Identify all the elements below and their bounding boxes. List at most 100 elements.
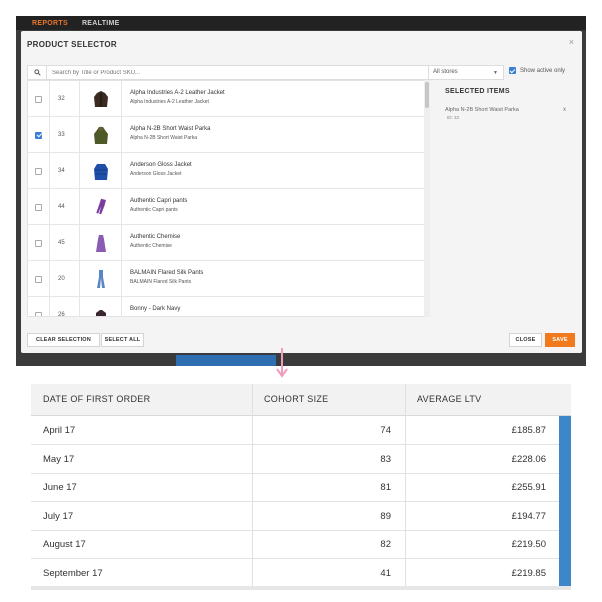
product-selector-modal: PRODUCT SELECTOR × All stores ▼ Show act… — [21, 31, 582, 353]
product-checkbox-cell[interactable] — [28, 261, 50, 297]
cohort-average-ltv: £185.87 — [511, 425, 546, 436]
product-list-scrollbar[interactable] — [424, 80, 430, 317]
header-average-ltv: AVERAGE LTV — [417, 394, 482, 404]
product-text: Anderson Gloss Jacket Anderson Gloss Jack… — [130, 162, 192, 177]
modal-header: PRODUCT SELECTOR × — [21, 31, 582, 57]
product-row[interactable]: 34 Anderson Gloss Jacket Anderson Gloss Ja… — [28, 153, 428, 189]
cohort-size: 82 — [380, 539, 391, 551]
product-id: 20 — [50, 261, 80, 297]
product-title: Alpha N-2B Short Waist Parka — [130, 126, 211, 132]
cohort-date: May 17 — [43, 453, 75, 465]
product-checkbox-cell[interactable] — [28, 117, 50, 153]
cohort-row: April 17 74 £185.87 — [31, 416, 559, 445]
modal-title: PRODUCT SELECTOR — [27, 40, 117, 49]
product-checkbox[interactable] — [35, 131, 42, 139]
product-checkbox[interactable] — [35, 203, 42, 211]
product-thumbnail-icon — [80, 81, 122, 117]
header-date-of-first-order: DATE OF FIRST ORDER — [43, 394, 151, 404]
cohort-date: July 17 — [43, 510, 74, 522]
clear-selection-button[interactable]: CLEAR SELECTION — [27, 333, 100, 347]
cohort-table-scrollbar[interactable] — [559, 416, 571, 588]
product-title: Alpha Industries A-2 Leather Jacket — [130, 90, 225, 96]
show-active-checkbox[interactable] — [509, 67, 516, 74]
app-background-table-strip — [176, 355, 276, 366]
cohort-table-horizontal-scrollbar[interactable] — [31, 586, 571, 590]
product-thumbnail-icon — [80, 117, 122, 153]
product-checkbox-cell[interactable] — [28, 189, 50, 225]
cohort-size: 81 — [380, 482, 391, 494]
cohort-date: September 17 — [43, 568, 103, 579]
product-checkbox[interactable] — [35, 95, 42, 103]
store-select-value: All stores — [433, 69, 458, 75]
cohort-size: 41 — [380, 568, 391, 579]
search-icon — [28, 66, 47, 79]
product-subtitle: Alpha N-2B Short Waist Parka — [130, 135, 198, 141]
save-button[interactable]: SAVE — [545, 333, 575, 347]
product-thumbnail-icon — [80, 261, 122, 297]
product-text: Alpha N-2B Short Waist Parka Alpha N-2B S… — [130, 126, 210, 141]
product-checkbox-cell[interactable] — [28, 297, 50, 316]
search-bar — [27, 65, 429, 80]
product-row[interactable]: 45 Authentic Chemise Authentic Chemise — [28, 225, 428, 261]
product-title: BALMAIN Flared Silk Pants — [130, 270, 204, 276]
product-checkbox[interactable] — [35, 275, 42, 283]
select-all-button[interactable]: SELECT ALL — [101, 333, 144, 347]
product-text: BALMAIN Flared Silk Pants BALMAIN Flared … — [130, 270, 203, 285]
product-id: 45 — [50, 225, 80, 261]
product-id: 32 — [50, 81, 80, 117]
page: REPORTS REALTIME PRODUCT SELECTOR × All … — [0, 0, 602, 602]
app-top-nav: REPORTS REALTIME — [16, 16, 586, 30]
cohort-average-ltv: £255.91 — [511, 482, 546, 494]
product-list: 32 Alpha Industries A-2 Leather Jacket Alp… — [27, 80, 429, 317]
product-row[interactable]: 26 Bonny - Dark Navy — [28, 297, 428, 316]
cohort-size: 74 — [380, 425, 391, 436]
cohort-average-ltv: £228.06 — [511, 453, 546, 465]
cohort-row: July 17 89 £194.77 — [31, 502, 559, 531]
close-icon[interactable]: × — [569, 37, 574, 47]
product-id: 26 — [50, 297, 80, 316]
product-title: Authentic Capri pants — [130, 198, 188, 204]
product-title: Anderson Gloss Jacket — [130, 162, 192, 168]
product-row[interactable]: 33 Alpha N-2B Short Waist Parka Alpha N-2B… — [28, 117, 428, 153]
product-id: 44 — [50, 189, 80, 225]
product-subtitle: Anderson Gloss Jacket — [130, 171, 182, 177]
cohort-table-header: DATE OF FIRST ORDER COHORT SIZE AVERAGE … — [31, 384, 571, 416]
selected-item-id: ID: 33 — [447, 115, 460, 120]
nav-reports-link[interactable]: REPORTS — [32, 20, 68, 27]
product-title: Authentic Chemise — [130, 234, 181, 240]
product-checkbox[interactable] — [35, 239, 42, 247]
product-title: Bonny - Dark Navy — [130, 306, 181, 312]
product-row[interactable]: 32 Alpha Industries A-2 Leather Jacket Alp… — [28, 81, 428, 117]
nav-realtime-link[interactable]: REALTIME — [82, 20, 120, 27]
product-thumbnail-icon — [80, 153, 122, 189]
product-checkbox[interactable] — [35, 167, 42, 175]
cohort-average-ltv: £194.77 — [511, 510, 546, 522]
product-text: Alpha Industries A-2 Leather Jacket Alpha… — [130, 90, 225, 105]
product-text: Authentic Chemise Authentic Chemise — [130, 234, 180, 249]
product-checkbox-cell[interactable] — [28, 81, 50, 117]
cohort-size: 89 — [380, 510, 391, 522]
product-checkbox[interactable] — [35, 311, 42, 316]
remove-selected-item-button[interactable]: x — [563, 107, 566, 113]
product-row[interactable]: 44 Authentic Capri pants Authentic Capri p… — [28, 189, 428, 225]
cohort-date: April 17 — [43, 425, 76, 436]
show-active-only-toggle[interactable]: Show active only — [509, 67, 565, 74]
cohort-row: June 17 81 £255.91 — [31, 473, 559, 503]
product-thumbnail-icon — [80, 189, 122, 225]
column-divider — [252, 384, 253, 590]
product-checkbox-cell[interactable] — [28, 225, 50, 261]
cohort-date: August 17 — [43, 539, 86, 551]
cohort-row: May 17 83 £228.06 — [31, 445, 559, 474]
product-subtitle: BALMAIN Flared Silk Pants — [130, 279, 192, 285]
product-checkbox-cell[interactable] — [28, 153, 50, 189]
product-subtitle: Alpha Industries A-2 Leather Jacket — [130, 99, 209, 105]
product-text: Bonny - Dark Navy — [130, 306, 180, 315]
close-button[interactable]: CLOSE — [509, 333, 542, 347]
search-input[interactable] — [52, 67, 422, 78]
cohort-average-ltv: £219.50 — [511, 539, 546, 551]
product-row[interactable]: 20 BALMAIN Flared Silk Pants BALMAIN Flare… — [28, 261, 428, 297]
product-thumbnail-icon — [80, 225, 122, 261]
scrollbar-thumb[interactable] — [425, 82, 429, 108]
selected-items-title: SELECTED ITEMS — [445, 88, 510, 95]
store-select[interactable]: All stores ▼ — [428, 65, 504, 80]
